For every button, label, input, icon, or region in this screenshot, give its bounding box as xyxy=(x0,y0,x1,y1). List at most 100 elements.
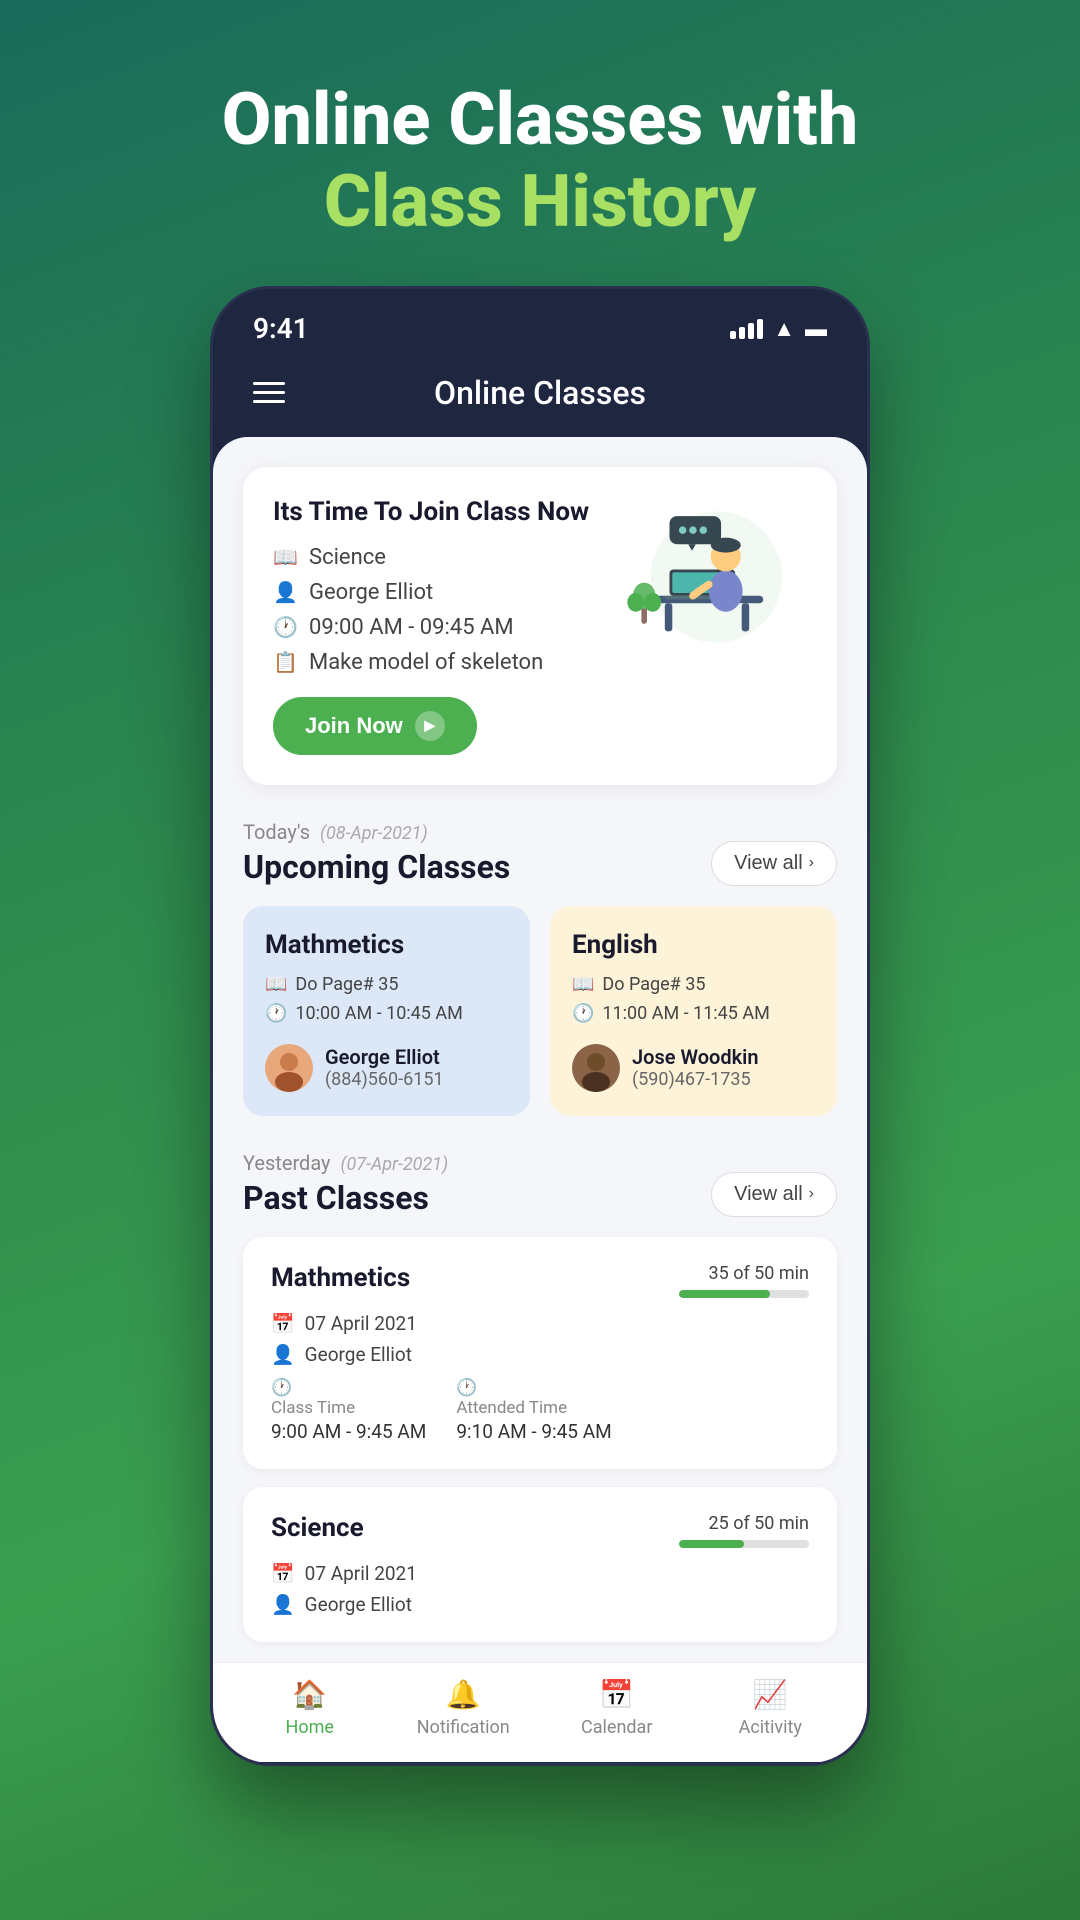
english-card-name: English xyxy=(572,930,815,960)
clock-icon-attended-math: 🕐 xyxy=(456,1378,477,1398)
past-math-date: 07 April 2021 xyxy=(305,1312,417,1335)
upcoming-section-header: Today's (08-Apr-2021) Upcoming Classes V… xyxy=(243,820,837,886)
join-now-button[interactable]: Join Now ▶ xyxy=(273,697,477,755)
teacher-row: 👤 George Elliot xyxy=(273,580,607,605)
task-row: 📋 Make model of skeleton xyxy=(273,650,607,675)
past-math-progress-bar xyxy=(679,1290,809,1298)
english-teacher-info: Jose Woodkin (590)467-1735 xyxy=(632,1045,759,1090)
past-math-time-cols: 🕐 Class Time 9:00 AM - 9:45 AM 🕐 Attende… xyxy=(271,1378,809,1443)
math-teacher-avatar xyxy=(265,1044,313,1092)
person-icon-science: 👤 xyxy=(271,1593,295,1616)
task-text: Make model of skeleton xyxy=(309,650,543,675)
english-teacher-row: Jose Woodkin (590)467-1735 xyxy=(572,1044,815,1092)
english-time: 11:00 AM - 11:45 AM xyxy=(602,1003,769,1024)
bottom-nav: 🏠 Home 🔔 Notification 📅 Calendar 📈 Aciti… xyxy=(213,1662,867,1762)
english-teacher-phone: (590)467-1735 xyxy=(632,1069,759,1090)
past-math-progress-area: 35 of 50 min xyxy=(679,1263,809,1298)
subject-text: Science xyxy=(309,545,386,570)
join-card-left: Its Time To Join Class Now 📖 Science 👤 G… xyxy=(273,497,607,755)
math-card-name: Mathmetics xyxy=(265,930,508,960)
signal-icon xyxy=(730,319,763,339)
nav-calendar[interactable]: 📅 Calendar xyxy=(567,1678,667,1738)
status-time: 9:41 xyxy=(253,312,309,345)
past-science-name: Science xyxy=(271,1513,364,1543)
upcoming-math-card: Mathmetics 📖 Do Page# 35 🕐 10:00 AM - 10… xyxy=(243,906,530,1116)
past-science-info: 📅 07 April 2021 👤 George Elliot xyxy=(271,1562,809,1616)
calendar-icon: 📅 xyxy=(599,1678,634,1711)
hamburger-button[interactable] xyxy=(253,382,285,403)
time-row: 🕐 09:00 AM - 09:45 AM xyxy=(273,615,607,640)
past-math-attended-label: Attended Time xyxy=(456,1398,611,1418)
time-text: 09:00 AM - 09:45 AM xyxy=(309,615,514,640)
past-science-date: 07 April 2021 xyxy=(305,1562,417,1585)
hero-section: Online Classes with Class History xyxy=(222,80,858,246)
upcoming-english-card: English 📖 Do Page# 35 🕐 11:00 AM - 11:45… xyxy=(550,906,837,1116)
math-time-row: 🕐 10:00 AM - 10:45 AM xyxy=(265,1003,508,1024)
upcoming-view-all-button[interactable]: View all › xyxy=(711,841,837,886)
past-section-header: Yesterday (07-Apr-2021) Past Classes Vie… xyxy=(243,1151,837,1217)
english-task: Do Page# 35 xyxy=(602,974,705,995)
join-card-title: Its Time To Join Class Now xyxy=(273,497,607,527)
past-math-info: 📅 07 April 2021 👤 George Elliot 🕐 Class … xyxy=(271,1312,809,1443)
past-math-progress-fill xyxy=(679,1290,770,1298)
top-nav: Online Classes xyxy=(213,359,867,437)
nav-home[interactable]: 🏠 Home xyxy=(260,1678,360,1738)
upcoming-section-meta: Today's (08-Apr-2021) xyxy=(243,820,510,844)
math-teacher-name: George Elliot xyxy=(325,1045,444,1069)
past-math-class-time: 9:00 AM - 9:45 AM xyxy=(271,1420,426,1443)
task-icon: 📋 xyxy=(273,650,297,674)
hero-line2: Class History xyxy=(222,159,858,245)
past-science-progress-fill xyxy=(679,1540,744,1548)
main-content: Its Time To Join Class Now 📖 Science 👤 G… xyxy=(213,437,867,1662)
past-science-date-row: 📅 07 April 2021 xyxy=(271,1562,809,1585)
battery-icon: ▬ xyxy=(805,316,827,342)
past-math-card: Mathmetics 35 of 50 min 📅 07 April 2021 … xyxy=(243,1237,837,1469)
clock-icon-past-math: 🕐 xyxy=(271,1378,292,1398)
activity-icon: 📈 xyxy=(753,1678,788,1711)
upcoming-section-title-block: Today's (08-Apr-2021) Upcoming Classes xyxy=(243,820,510,886)
clock-icon-math: 🕐 xyxy=(265,1003,287,1024)
nav-activity[interactable]: 📈 Acitivity xyxy=(720,1678,820,1738)
past-math-teacher: George Elliot xyxy=(305,1343,412,1366)
subject-row: 📖 Science xyxy=(273,545,607,570)
home-label: Home xyxy=(286,1717,334,1738)
past-science-teacher-row: 👤 George Elliot xyxy=(271,1593,809,1616)
hero-line1: Online Classes with xyxy=(222,80,858,159)
past-math-attended-col: 🕐 Attended Time 9:10 AM - 9:45 AM xyxy=(456,1378,611,1443)
math-teacher-phone: (884)560-6151 xyxy=(325,1069,444,1090)
calendar-icon-math: 📅 xyxy=(271,1312,295,1335)
past-science-progress-area: 25 of 50 min xyxy=(679,1513,809,1548)
english-time-row: 🕐 11:00 AM - 11:45 AM xyxy=(572,1003,815,1024)
past-title: Past Classes xyxy=(243,1179,448,1217)
past-section-meta: Yesterday (07-Apr-2021) xyxy=(243,1151,448,1175)
home-icon: 🏠 xyxy=(292,1678,327,1711)
clock-icon-english: 🕐 xyxy=(572,1003,594,1024)
join-card-info: 📖 Science 👤 George Elliot 🕐 09:00 AM - 0… xyxy=(273,545,607,675)
past-math-class-time-label: Class Time xyxy=(271,1398,426,1418)
calendar-icon-science: 📅 xyxy=(271,1562,295,1585)
past-label: Yesterday xyxy=(243,1151,331,1175)
upcoming-view-all-label: View all xyxy=(734,852,803,875)
past-math-class-time-col: 🕐 Class Time 9:00 AM - 9:45 AM xyxy=(271,1378,426,1443)
past-section-title-block: Yesterday (07-Apr-2021) Past Classes xyxy=(243,1151,448,1217)
math-teacher-row: George Elliot (884)560-6151 xyxy=(265,1044,508,1092)
wifi-icon: ▲ xyxy=(773,316,795,342)
person-icon: 👤 xyxy=(273,580,297,604)
past-view-all-label: View all xyxy=(734,1183,803,1206)
past-math-progress-label: 35 of 50 min xyxy=(679,1263,809,1284)
notification-icon: 🔔 xyxy=(446,1678,481,1711)
page-title: Online Classes xyxy=(434,374,646,412)
past-science-progress-label: 25 of 50 min xyxy=(679,1513,809,1534)
upcoming-date: (08-Apr-2021) xyxy=(320,823,428,844)
nav-notification[interactable]: 🔔 Notification xyxy=(413,1678,513,1738)
status-icons: ▲ ▬ xyxy=(730,316,827,342)
past-view-all-button[interactable]: View all › xyxy=(711,1172,837,1217)
past-math-header: Mathmetics 35 of 50 min xyxy=(271,1263,809,1298)
clock-icon: 🕐 xyxy=(273,615,297,639)
class-illustration xyxy=(607,497,807,657)
english-teacher-name: Jose Woodkin xyxy=(632,1045,759,1069)
status-bar: 9:41 ▲ ▬ xyxy=(213,289,867,359)
book-icon-math: 📖 xyxy=(265,974,287,995)
english-task-row: 📖 Do Page# 35 xyxy=(572,974,815,995)
past-math-title-block: Mathmetics xyxy=(271,1263,410,1293)
